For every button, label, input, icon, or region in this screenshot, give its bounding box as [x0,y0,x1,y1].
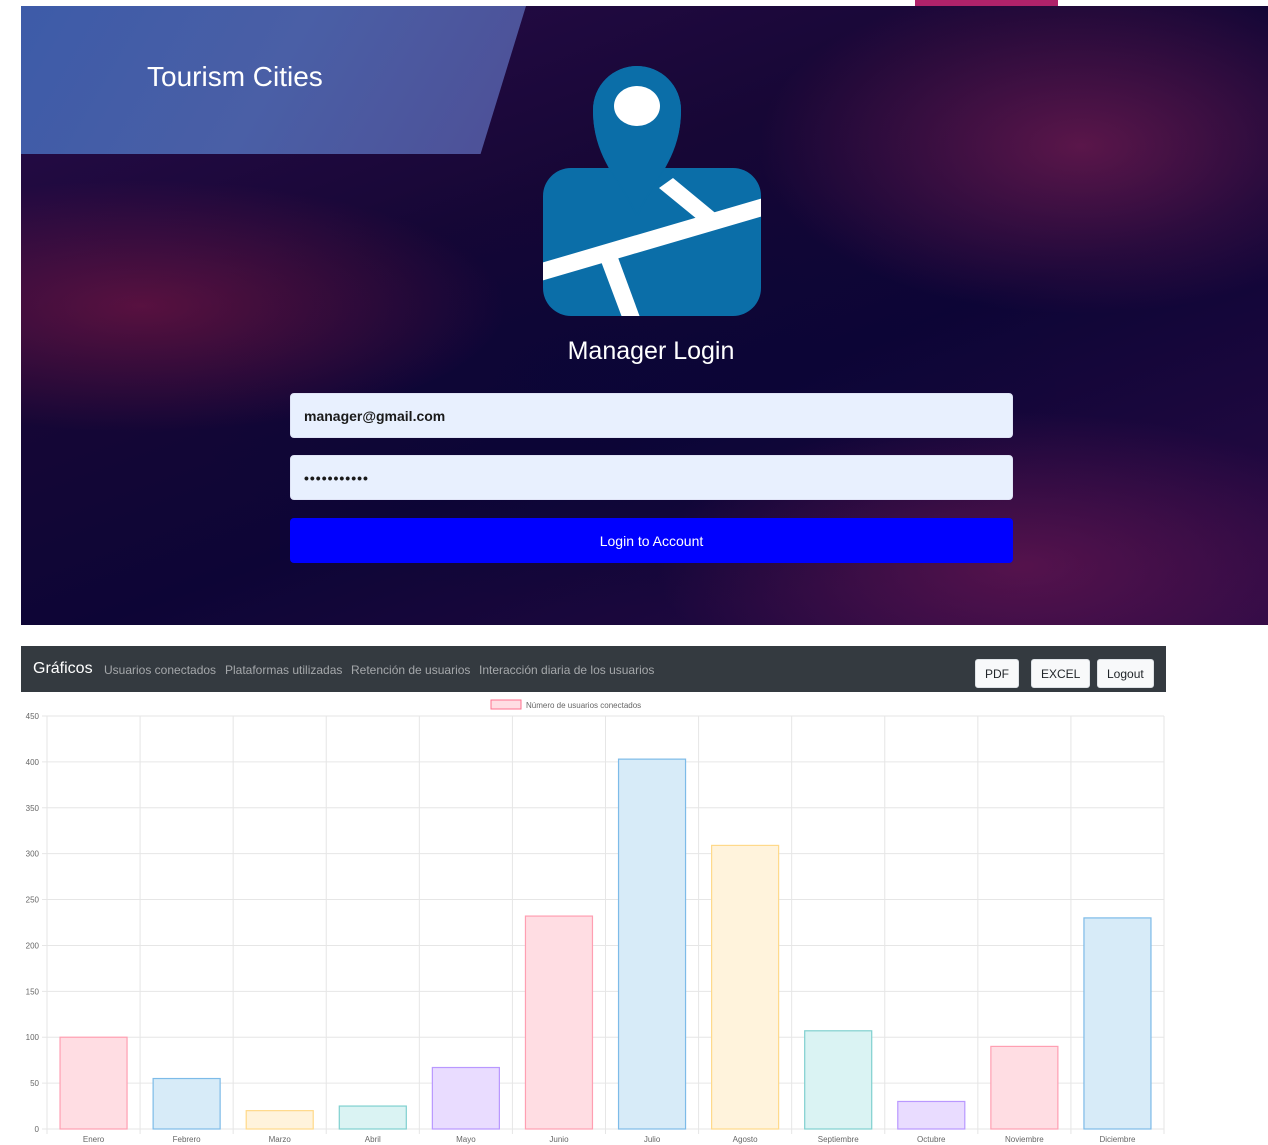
y-tick-label: 350 [26,804,40,813]
x-tick-label: Abril [365,1135,381,1144]
x-tick-label: Diciembre [1099,1135,1136,1144]
bar-julio [617,758,687,1130]
logout-button[interactable]: Logout [1097,659,1154,688]
x-tick-label: Enero [83,1135,105,1144]
bar-abril [338,1105,407,1130]
x-tick-label: Marzo [269,1135,292,1144]
y-tick-label: 300 [26,850,40,859]
brand-title: Tourism Cities [147,61,323,92]
nav-link-interaccion-diaria[interactable]: Interacción diaria de los usuarios [479,663,654,677]
nav-link-usuarios-conectados[interactable]: Usuarios conectados [104,663,216,677]
login-button[interactable]: Login to Account [290,518,1013,563]
bar-agosto [711,844,780,1130]
bar-marzo [245,1110,314,1130]
email-field[interactable] [290,393,1013,438]
bar-septiembre [804,1030,873,1130]
login-heading: Manager Login [567,337,735,365]
y-tick-label: 200 [26,941,40,950]
x-tick-label: Mayo [456,1135,476,1144]
y-tick-label: 100 [26,1033,40,1042]
bar-octubre [897,1100,966,1130]
x-tick-label: Octubre [917,1135,946,1144]
login-panel: Tourism Cities Manager Login Logi [21,6,1268,625]
y-tick-label: 150 [26,987,40,996]
navbar: Gráficos Usuarios conectados Plataformas… [21,646,1166,692]
x-tick-label: Noviembre [1005,1135,1044,1144]
excel-button[interactable]: EXCEL [1031,659,1091,688]
x-tick-label: Julio [644,1135,661,1144]
y-tick-label: 250 [26,896,40,905]
legend-swatch [490,699,522,710]
y-tick-label: 400 [26,758,40,767]
bar-mayo [431,1066,500,1130]
nav-link-retencion-usuarios[interactable]: Retención de usuarios [351,663,470,677]
bar-enero [59,1036,128,1130]
map-pin-icon [543,66,761,316]
page: Tourism Cities Manager Login Logi [0,0,1268,1145]
pdf-button[interactable]: PDF [975,659,1019,688]
nav-link-plataformas-utilizadas[interactable]: Plataformas utilizadas [225,663,342,677]
bar-febrero [152,1077,221,1130]
password-field[interactable] [290,455,1013,500]
x-tick-label: Junio [549,1135,569,1144]
x-tick-label: Septiembre [818,1135,859,1144]
y-tick-label: 450 [26,712,40,721]
y-tick-label: 50 [30,1079,39,1088]
x-tick-label: Febrero [173,1135,202,1144]
nav-brand[interactable]: Gráficos [33,660,93,678]
bar-noviembre [990,1045,1059,1130]
bar-diciembre [1083,917,1152,1130]
x-tick-label: Agosto [733,1135,758,1144]
bar-junio [524,915,594,1130]
y-tick-label: 0 [35,1125,40,1134]
legend-label: Número de usuarios conectados [526,701,641,710]
users-bar-chart: 0 50 100 150 200 250 300 350 400 450 Enero Febrero M… [26,699,1165,1144]
